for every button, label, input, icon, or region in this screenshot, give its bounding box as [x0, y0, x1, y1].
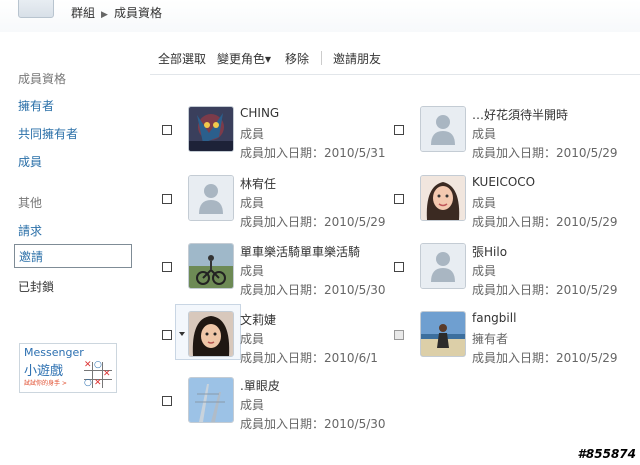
invite-friends-button[interactable]: 邀請朋友 [333, 50, 381, 67]
sidebar-other-heading: 其他 [18, 196, 43, 210]
member-avatar[interactable] [188, 243, 234, 289]
member-checkbox[interactable] [162, 262, 172, 272]
member-join-date: 成員加入日期：2010/5/31 [240, 146, 386, 160]
member-join-date: 成員加入日期：2010/5/30 [240, 417, 386, 431]
messenger-games-ad[interactable]: Messenger 小遊戲 試試你的身手 > ✕ ○ ✕ ○ ✕ [19, 343, 117, 393]
member-name[interactable]: 單車樂活騎單車樂活騎 [240, 243, 360, 260]
member-name[interactable]: CHING [240, 106, 279, 120]
member-join-date: 成員加入日期：2010/5/29 [240, 215, 386, 229]
member-checkbox[interactable] [394, 125, 404, 135]
member-role: 成員 [240, 332, 265, 346]
member-join-date: 成員加入日期：2010/5/29 [472, 283, 618, 297]
default-person-icon [421, 107, 465, 151]
sidebar-item-owners[interactable]: 擁有者 [18, 97, 54, 114]
member-avatar[interactable] [188, 377, 234, 423]
member-avatar[interactable] [188, 106, 234, 152]
member-name[interactable]: fangbill [472, 311, 516, 325]
member-card: KUEICOCO 成員 成員加入日期：2010/5/29 [394, 175, 624, 241]
member-card: fangbill 擁有者 成員加入日期：2010/5/29 [394, 311, 624, 377]
member-checkbox[interactable] [162, 330, 172, 340]
member-join-date: 成員加入日期：2010/5/30 [240, 283, 386, 297]
member-role: 成員 [240, 398, 265, 412]
default-person-icon [421, 244, 465, 288]
member-role: 成員 [240, 196, 265, 210]
default-person-icon [189, 176, 233, 220]
member-card: CHING 成員 成員加入日期：2010/5/31 [162, 106, 392, 172]
select-all-button[interactable]: 全部選取 [158, 50, 206, 67]
member-role: 成員 [472, 196, 497, 210]
member-avatar[interactable] [420, 106, 466, 152]
change-role-button[interactable]: 變更角色▾ [217, 50, 271, 67]
member-join-date: 成員加入日期：2010/5/29 [472, 146, 618, 160]
member-join-date: 成員加入日期：2010/5/29 [472, 215, 618, 229]
member-role: 擁有者 [472, 332, 509, 346]
member-join-date: 成員加入日期：2010/5/29 [472, 351, 618, 365]
member-name[interactable]: KUEICOCO [472, 175, 535, 189]
member-checkbox[interactable] [162, 125, 172, 135]
top-header: 群組 ▶ 成員資格 [0, 0, 640, 32]
member-avatar[interactable] [420, 311, 466, 357]
breadcrumb: 群組 ▶ 成員資格 [71, 4, 162, 21]
sidebar-item-co-owners[interactable]: 共同擁有者 [18, 125, 78, 142]
member-name[interactable]: 張Hilo [472, 243, 507, 260]
member-card: 單車樂活騎單車樂活騎 成員 成員加入日期：2010/5/30 [162, 243, 392, 309]
member-role: 成員 [240, 264, 265, 278]
tic-tac-toe-icon: ✕ ○ ✕ ○ ✕ [84, 360, 112, 388]
member-name[interactable]: …好花須待半開時 [472, 106, 568, 123]
member-avatar[interactable] [188, 175, 234, 221]
member-role: 成員 [240, 127, 265, 141]
ad-title: Messenger [24, 346, 84, 359]
member-card: 林宥任 成員 成員加入日期：2010/5/29 [162, 175, 392, 241]
breadcrumb-group-link[interactable]: 群組 [71, 6, 95, 20]
toolbar-divider-line [150, 74, 640, 75]
member-card: .單眼皮 成員 成員加入日期：2010/5/30 [162, 377, 392, 443]
ad-subtitle: 小遊戲 [24, 364, 64, 379]
sidebar-item-invites[interactable]: 邀請 [14, 244, 132, 268]
chevron-down-icon[interactable] [179, 332, 185, 336]
member-checkbox[interactable] [162, 194, 172, 204]
group-avatar[interactable] [18, 0, 54, 18]
sidebar-item-blocked[interactable]: 已封鎖 [18, 278, 54, 295]
member-card: …好花須待半開時 成員 成員加入日期：2010/5/29 [394, 106, 624, 172]
sidebar-item-requests[interactable]: 請求 [18, 222, 42, 239]
member-avatar[interactable] [188, 311, 234, 357]
breadcrumb-current: 成員資格 [113, 6, 162, 20]
sidebar-item-members[interactable]: 成員 [18, 153, 42, 170]
breadcrumb-separator-icon: ▶ [101, 10, 108, 20]
member-checkbox[interactable] [394, 262, 404, 272]
member-checkbox[interactable] [394, 330, 404, 340]
ad-tagline: 試試你的身手 > [24, 380, 67, 387]
member-card: 張Hilo 成員 成員加入日期：2010/5/29 [394, 243, 624, 309]
member-join-date: 成員加入日期：2010/6/1 [240, 351, 378, 365]
member-name[interactable]: 文莉婕 [240, 311, 276, 328]
remove-button[interactable]: 移除 [285, 50, 309, 67]
member-role: 成員 [472, 264, 497, 278]
sidebar-membership-heading: 成員資格 [18, 72, 67, 86]
member-avatar[interactable] [420, 175, 466, 221]
member-avatar[interactable] [420, 243, 466, 289]
watermark-text: #855874 [577, 447, 636, 461]
toolbar-divider [321, 51, 322, 65]
member-name[interactable]: .單眼皮 [240, 377, 280, 394]
member-checkbox[interactable] [162, 396, 172, 406]
member-checkbox[interactable] [394, 194, 404, 204]
member-role: 成員 [472, 127, 497, 141]
member-name[interactable]: 林宥任 [240, 175, 276, 192]
member-card: 文莉婕 成員 成員加入日期：2010/6/1 [162, 311, 392, 377]
